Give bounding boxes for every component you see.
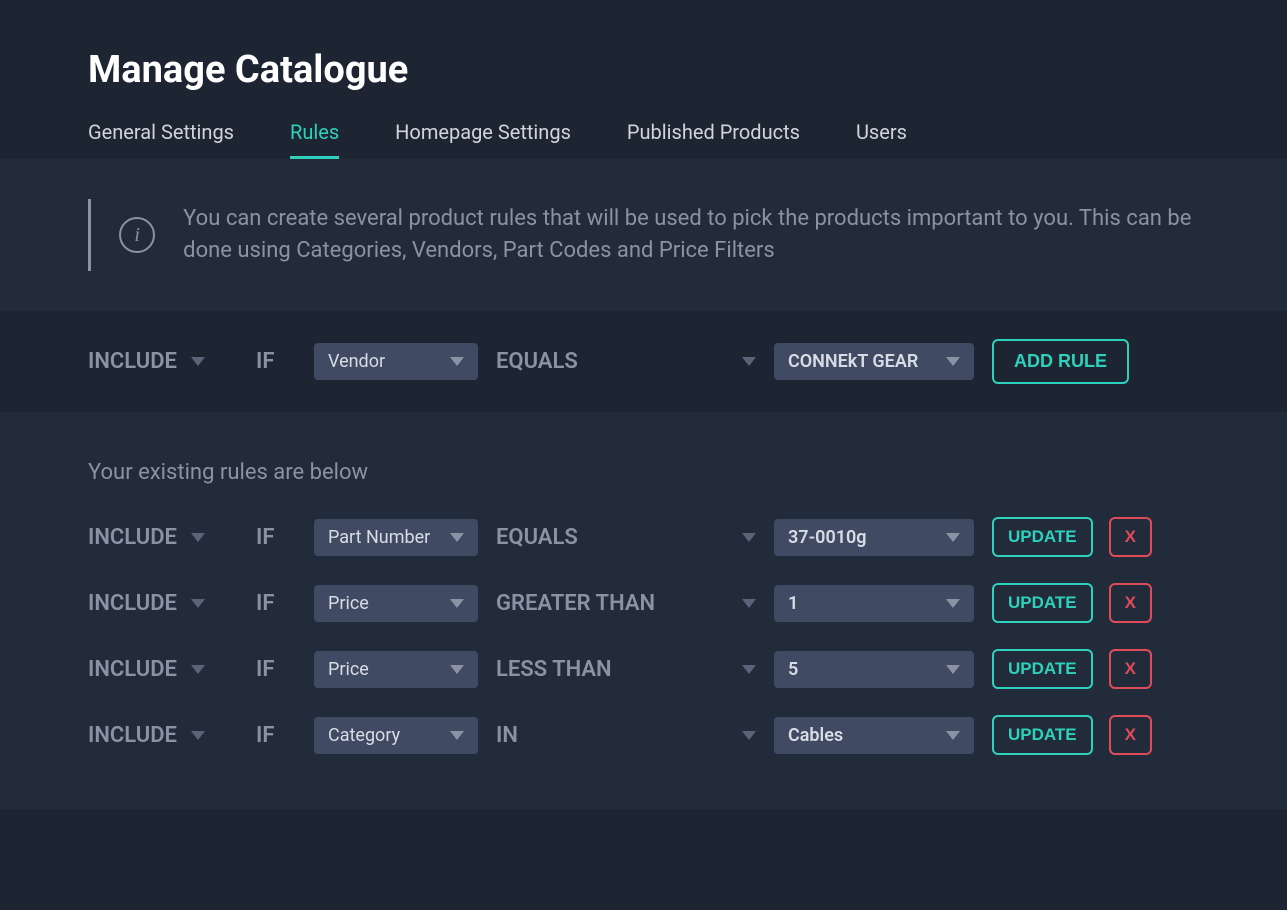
- field-select-value: Part Number: [328, 527, 430, 548]
- field-select-value: Price: [328, 593, 369, 614]
- value-select[interactable]: 1: [774, 585, 974, 622]
- value-caret-icon: [946, 357, 960, 366]
- include-label: INCLUDE: [88, 349, 177, 374]
- tab-general-settings[interactable]: General Settings: [88, 120, 234, 159]
- tab-homepage-settings[interactable]: Homepage Settings: [395, 120, 571, 159]
- update-button[interactable]: UPDATE: [992, 649, 1093, 689]
- field-select-value: Vendor: [328, 351, 385, 372]
- info-text: You can create several product rules tha…: [183, 203, 1199, 267]
- operator-dropdown-caret-icon[interactable]: [742, 357, 756, 366]
- include-dropdown-caret-icon[interactable]: [191, 357, 205, 366]
- tab-rules[interactable]: Rules: [290, 120, 339, 159]
- operator-label: LESS THAN: [496, 657, 724, 682]
- operator-label: EQUALS: [496, 525, 724, 550]
- value-caret-icon: [946, 599, 960, 608]
- operator-label: EQUALS: [496, 349, 724, 374]
- include-dropdown-caret-icon[interactable]: [191, 533, 205, 542]
- value-caret-icon: [946, 665, 960, 674]
- field-select[interactable]: Price: [314, 651, 478, 688]
- rule-row: INCLUDE IF Price LESS THAN 5 UPDATE X: [88, 649, 1199, 689]
- operator-dropdown-caret-icon[interactable]: [742, 731, 756, 740]
- rule-builder-row: INCLUDE IF Vendor EQUALS CONNEkT GEAR AD…: [0, 311, 1287, 412]
- field-select[interactable]: Part Number: [314, 519, 478, 556]
- value-select[interactable]: CONNEkT GEAR: [774, 343, 974, 380]
- field-caret-icon: [450, 731, 464, 740]
- include-label: INCLUDE: [88, 723, 177, 748]
- existing-rules-section: Your existing rules are below INCLUDE IF…: [0, 412, 1287, 809]
- tabs: General Settings Rules Homepage Settings…: [88, 120, 1199, 159]
- delete-button[interactable]: X: [1109, 583, 1152, 623]
- operator-label: GREATER THAN: [496, 591, 724, 616]
- if-label: IF: [256, 591, 274, 616]
- field-select[interactable]: Price: [314, 585, 478, 622]
- add-rule-button[interactable]: ADD RULE: [992, 339, 1129, 384]
- field-select-value: Category: [328, 725, 400, 746]
- operator-dropdown-caret-icon[interactable]: [742, 665, 756, 674]
- delete-button[interactable]: X: [1109, 517, 1152, 557]
- info-banner: i You can create several product rules t…: [0, 159, 1287, 311]
- operator-dropdown-caret-icon[interactable]: [742, 533, 756, 542]
- delete-button[interactable]: X: [1109, 715, 1152, 755]
- field-select[interactable]: Vendor: [314, 343, 478, 380]
- field-caret-icon: [450, 665, 464, 674]
- include-label: INCLUDE: [88, 657, 177, 682]
- include-dropdown-caret-icon[interactable]: [191, 665, 205, 674]
- include-label: INCLUDE: [88, 525, 177, 550]
- if-label: IF: [256, 723, 274, 748]
- include-dropdown-caret-icon[interactable]: [191, 731, 205, 740]
- if-label: IF: [256, 349, 274, 374]
- if-label: IF: [256, 657, 274, 682]
- value-select-value: 1: [788, 593, 798, 614]
- existing-rules-title: Your existing rules are below: [88, 460, 1199, 485]
- update-button[interactable]: UPDATE: [992, 715, 1093, 755]
- field-caret-icon: [450, 533, 464, 542]
- update-button[interactable]: UPDATE: [992, 583, 1093, 623]
- tab-published-products[interactable]: Published Products: [627, 120, 800, 159]
- include-dropdown-caret-icon[interactable]: [191, 599, 205, 608]
- value-caret-icon: [946, 731, 960, 740]
- info-icon-glyph: i: [134, 224, 140, 247]
- field-select[interactable]: Category: [314, 717, 478, 754]
- info-accent-bar: [88, 199, 91, 271]
- value-select[interactable]: 5: [774, 651, 974, 688]
- if-label: IF: [256, 525, 274, 550]
- info-icon: i: [119, 217, 155, 253]
- value-select-value: CONNEkT GEAR: [788, 351, 918, 372]
- tab-users[interactable]: Users: [856, 120, 907, 159]
- value-select-value: Cables: [788, 725, 843, 746]
- value-select-value: 5: [788, 659, 798, 680]
- field-select-value: Price: [328, 659, 369, 680]
- page-title: Manage Catalogue: [88, 48, 1199, 92]
- rule-row: INCLUDE IF Part Number EQUALS 37-0010g U…: [88, 517, 1199, 557]
- value-select[interactable]: Cables: [774, 717, 974, 754]
- rule-row: INCLUDE IF Price GREATER THAN 1 UPDATE X: [88, 583, 1199, 623]
- page-header: Manage Catalogue General Settings Rules …: [0, 0, 1287, 159]
- value-select-value: 37-0010g: [788, 527, 867, 548]
- delete-button[interactable]: X: [1109, 649, 1152, 689]
- field-caret-icon: [450, 357, 464, 366]
- operator-label: IN: [496, 723, 724, 748]
- update-button[interactable]: UPDATE: [992, 517, 1093, 557]
- value-select[interactable]: 37-0010g: [774, 519, 974, 556]
- rule-row: INCLUDE IF Category IN Cables UPDATE X: [88, 715, 1199, 755]
- field-caret-icon: [450, 599, 464, 608]
- include-label: INCLUDE: [88, 591, 177, 616]
- value-caret-icon: [946, 533, 960, 542]
- operator-dropdown-caret-icon[interactable]: [742, 599, 756, 608]
